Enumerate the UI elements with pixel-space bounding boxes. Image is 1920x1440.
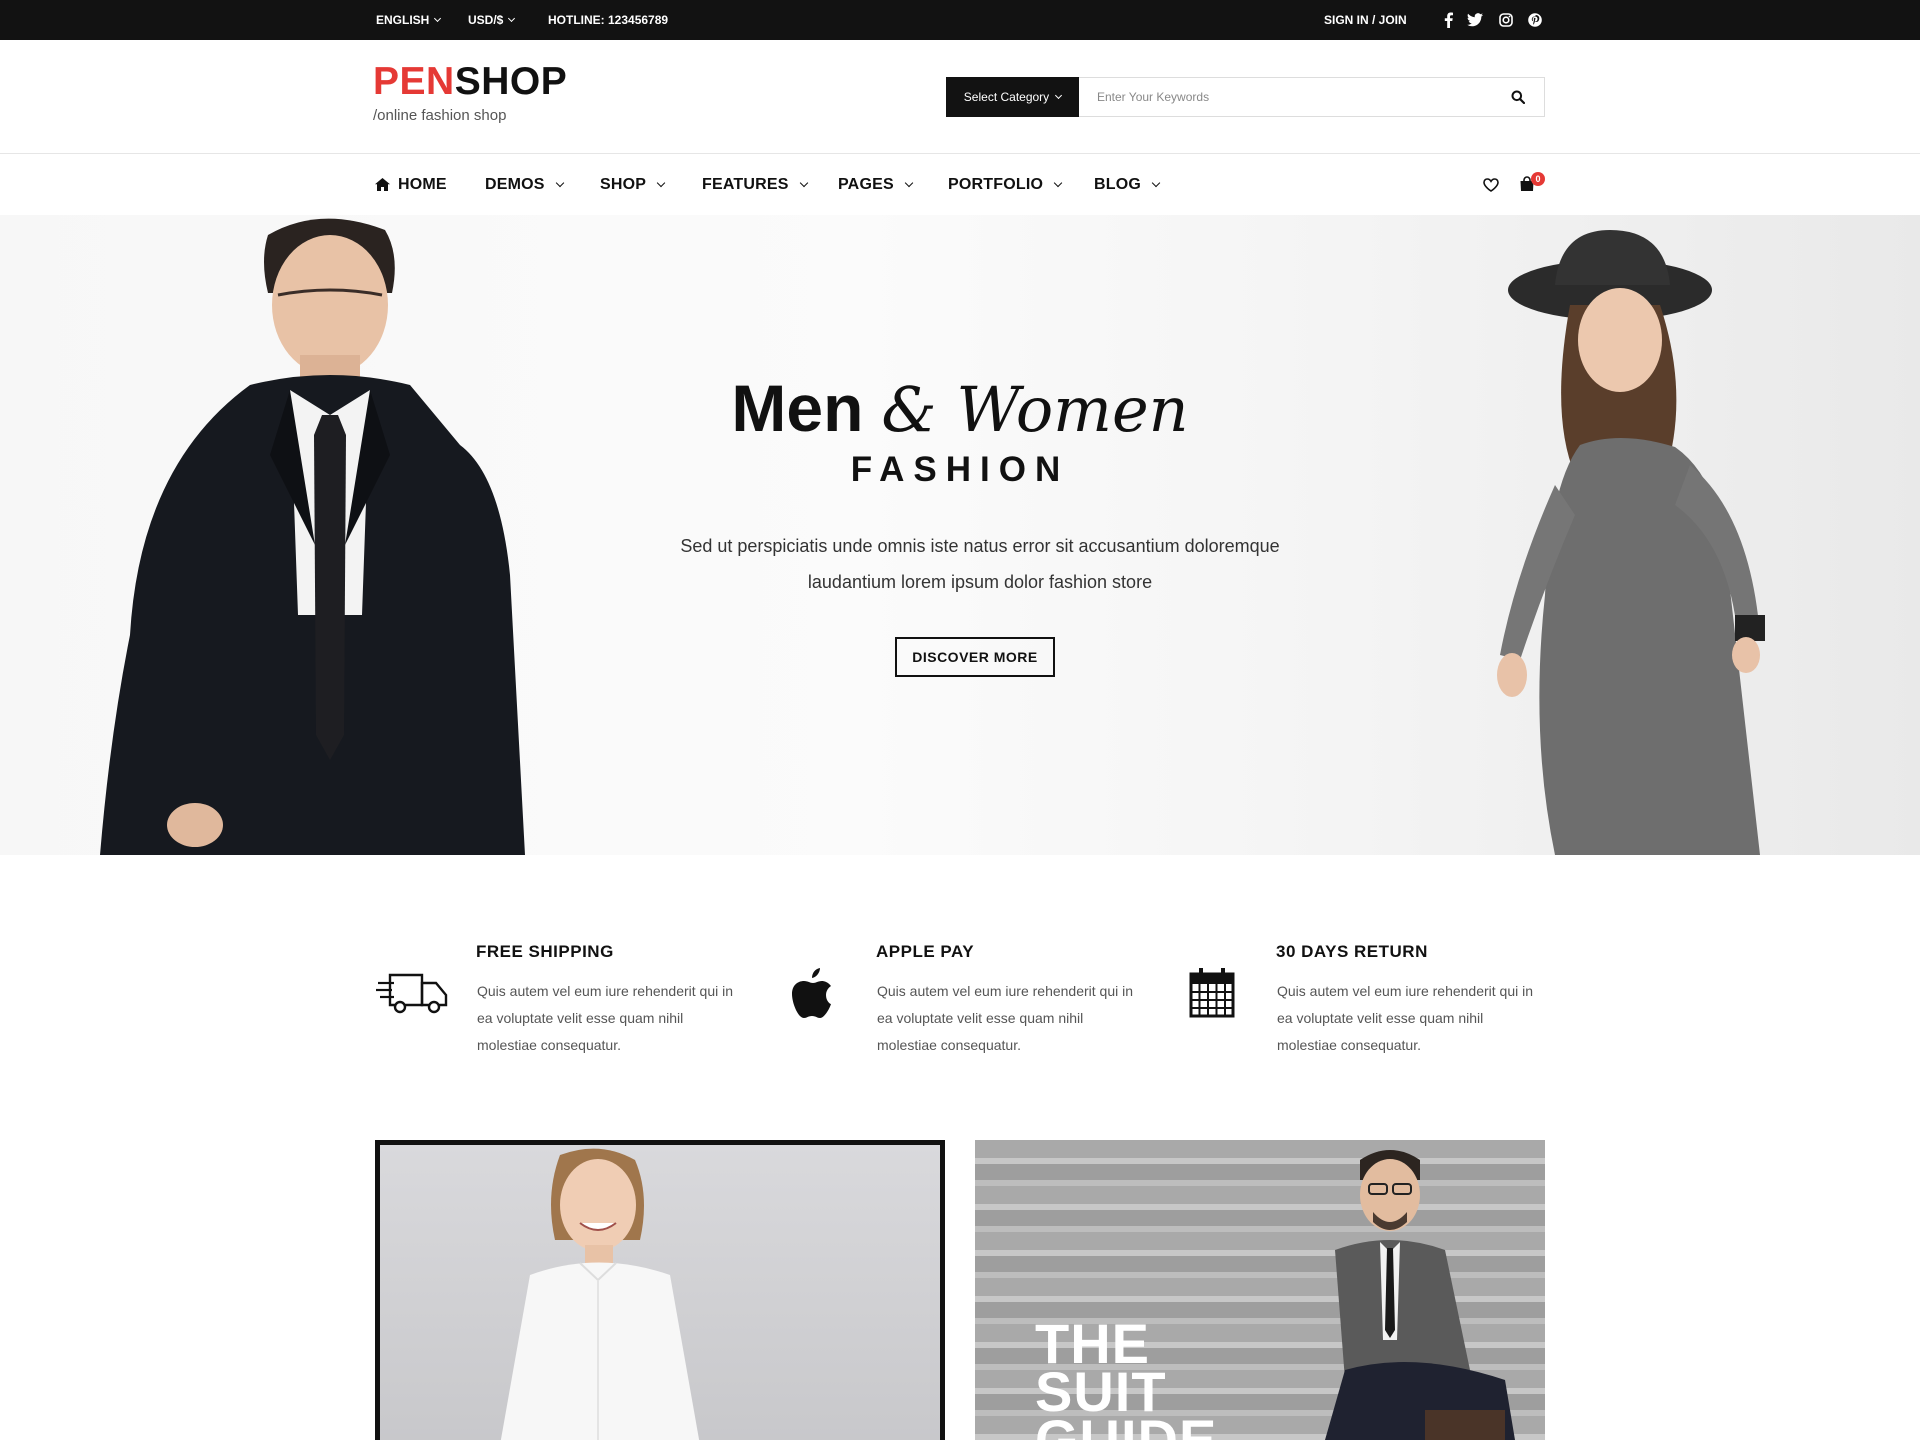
site-tagline: /online fashion shop xyxy=(373,107,507,124)
search-bar: Select Category xyxy=(946,77,1545,117)
currency-label: USD/$ xyxy=(468,13,504,27)
nav-item-portfolio[interactable]: PORTFOLIO xyxy=(948,154,1063,215)
nav-item-label: SHOP xyxy=(600,175,647,193)
logo-pen-text: PEN xyxy=(373,60,455,103)
feature-description: Quis autem vel eum iure rehenderit qui i… xyxy=(1277,983,1534,1053)
pinterest-icon[interactable] xyxy=(1527,11,1543,29)
feature-title: FREE SHIPPING xyxy=(476,942,614,961)
chevron-down-icon xyxy=(434,14,442,23)
hero-title: Men & Women xyxy=(0,370,1920,446)
search-icon xyxy=(1511,90,1525,104)
feature-free-shipping: FREE SHIPPING Quis autem vel eum iure re… xyxy=(375,935,735,1065)
woman-in-dress-image xyxy=(1497,230,1765,855)
calendar-icon xyxy=(1175,965,1249,1021)
nav-item-shop[interactable]: SHOP xyxy=(600,154,666,215)
language-selector[interactable]: ENGLISH xyxy=(376,0,442,40)
site-header: PENSHOP /online fashion shop Select Cate… xyxy=(0,40,1920,154)
feature-title: 30 DAYS RETURN xyxy=(1276,942,1428,961)
feature-30-days-return: 30 DAYS RETURN Quis autem vel eum iure r… xyxy=(1175,935,1535,1065)
hero-title-men: Men xyxy=(731,371,864,445)
chevron-down-icon xyxy=(508,14,516,23)
chevron-down-icon xyxy=(1055,91,1063,100)
nav-item-label: DEMOS xyxy=(485,175,545,193)
man-in-suit-image xyxy=(100,218,525,855)
language-label: ENGLISH xyxy=(376,13,430,27)
chevron-down-icon xyxy=(656,178,666,188)
nav-item-label: PAGES xyxy=(838,175,894,193)
chevron-down-icon xyxy=(799,178,808,188)
home-icon xyxy=(375,178,390,191)
apple-icon xyxy=(775,965,849,1021)
chevron-down-icon xyxy=(555,178,564,188)
nav-item-home[interactable]: HOME xyxy=(375,154,447,215)
feature-title: APPLE PAY xyxy=(876,942,975,961)
wishlist-button[interactable] xyxy=(1482,176,1500,194)
chevron-down-icon xyxy=(1053,178,1063,188)
discover-more-button[interactable]: DISCOVER MORE xyxy=(895,637,1055,677)
truck-icon xyxy=(375,965,449,1021)
nav-item-demos[interactable]: DEMOS xyxy=(485,154,564,215)
category-select[interactable]: Select Category xyxy=(946,77,1079,117)
site-logo[interactable]: PENSHOP xyxy=(373,62,567,102)
nav-item-pages[interactable]: PAGES xyxy=(838,154,914,215)
promo-banner-women[interactable] xyxy=(375,1140,945,1440)
nav-item-label: PORTFOLIO xyxy=(948,175,1044,193)
search-button[interactable] xyxy=(1492,78,1544,116)
cart-count-badge: 0 xyxy=(1531,172,1545,186)
nav-item-blog[interactable]: BLOG xyxy=(1094,154,1161,215)
smiling-woman-image xyxy=(500,1148,700,1440)
main-nav: HOME DEMOS SHOP FEATURES PAGES PORTFOLIO… xyxy=(0,154,1920,215)
hotline-text: HOTLINE: 123456789 xyxy=(548,13,669,27)
search-input[interactable] xyxy=(1079,78,1492,116)
promo-banner-suit-guide[interactable]: THE SUIT GUIDE xyxy=(975,1140,1545,1440)
twitter-icon[interactable] xyxy=(1466,11,1484,29)
feature-description: Quis autem vel eum iure rehenderit qui i… xyxy=(877,983,1134,1053)
signin-link[interactable]: SIGN IN / JOIN xyxy=(1324,0,1407,40)
top-bar: ENGLISH USD/$ HOTLINE: 123456789 SIGN IN… xyxy=(0,0,1920,40)
logo-shop-text: SHOP xyxy=(454,60,568,103)
category-select-label: Select Category xyxy=(963,90,1050,104)
feature-apple-pay: APPLE PAY Quis autem vel eum iure rehend… xyxy=(775,935,1135,1065)
currency-selector[interactable]: USD/$ xyxy=(468,0,516,40)
hero-title-women: & Women xyxy=(881,373,1189,446)
hero-subtitle: FASHION xyxy=(850,450,1070,489)
man-with-glasses-image xyxy=(1325,1150,1515,1440)
nav-item-features[interactable]: FEATURES xyxy=(702,154,808,215)
nav-item-label: FEATURES xyxy=(702,175,789,193)
chevron-down-icon xyxy=(904,178,914,188)
nav-item-label: BLOG xyxy=(1094,175,1142,193)
chevron-down-icon xyxy=(1151,178,1161,188)
hero-description: Sed ut perspiciatis unde omnis iste natu… xyxy=(680,536,1280,592)
feature-description: Quis autem vel eum iure rehenderit qui i… xyxy=(477,983,734,1053)
hero-banner: Men & Women FASHION Sed ut perspiciatis u… xyxy=(0,215,1920,855)
facebook-icon[interactable] xyxy=(1441,11,1455,29)
nav-item-label: HOME xyxy=(398,175,447,193)
heart-icon xyxy=(1483,178,1499,192)
suit-guide-title: THE SUIT GUIDE xyxy=(1035,1312,1218,1440)
instagram-icon[interactable] xyxy=(1498,11,1514,29)
